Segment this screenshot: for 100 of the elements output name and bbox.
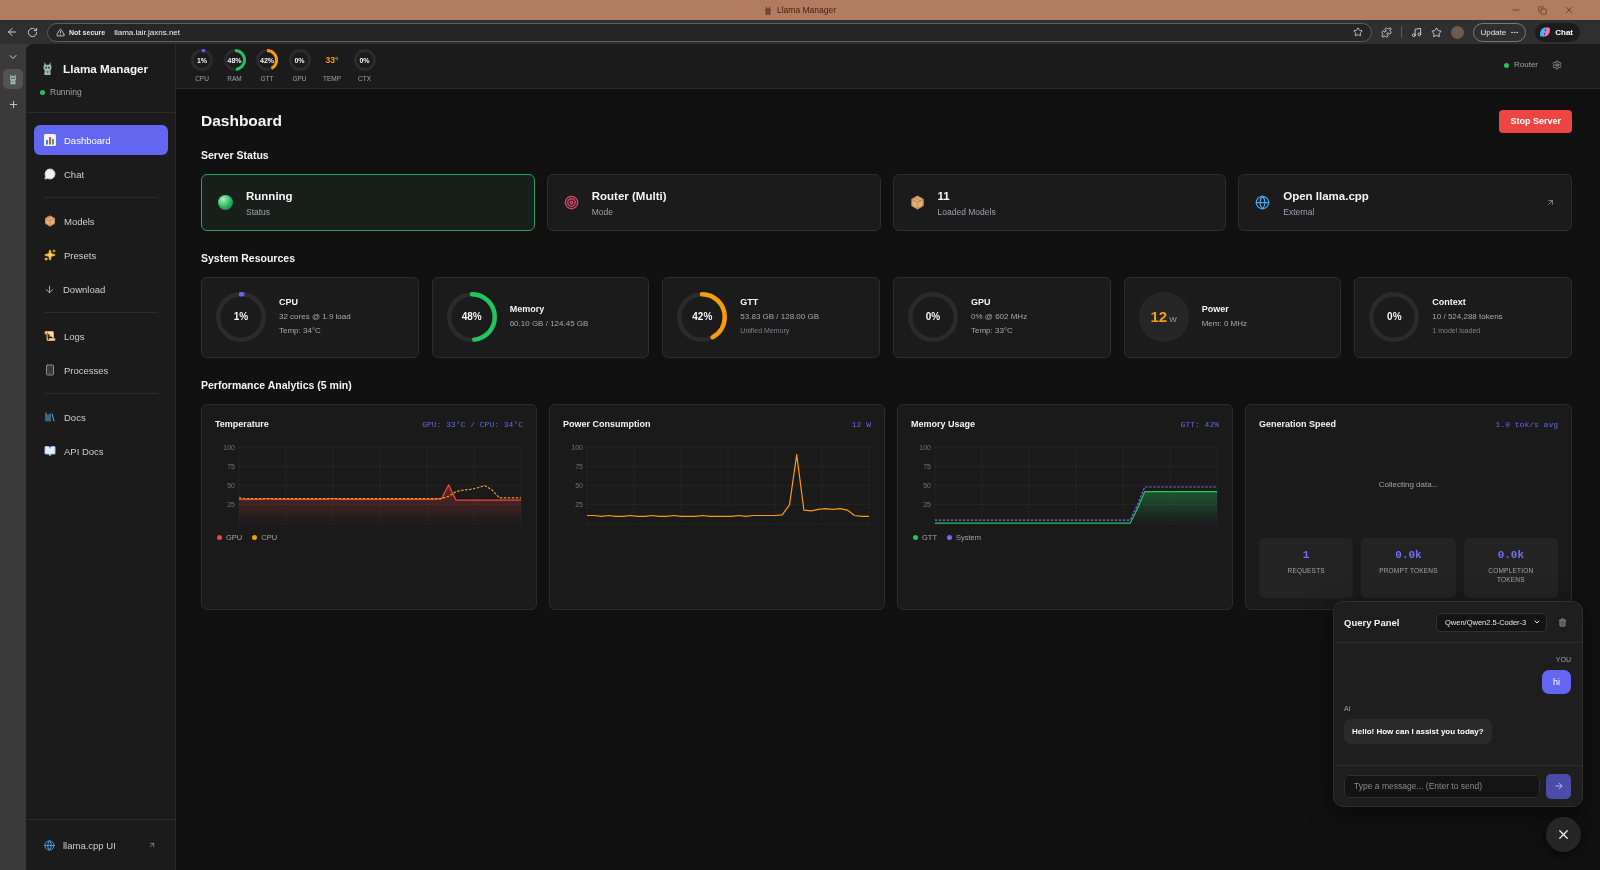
nav-item[interactable]: Chat xyxy=(34,159,168,189)
section-heading: System Resources xyxy=(201,252,296,265)
close-icon xyxy=(1556,827,1571,842)
status-value: Open llama.cpp xyxy=(1283,188,1369,203)
arrow-up-right-icon xyxy=(1546,198,1555,207)
gauge-value: 48% xyxy=(461,312,482,323)
nav-item[interactable]: Models xyxy=(34,206,168,236)
status-value: Router (Multi) xyxy=(591,188,667,203)
favicon-icon xyxy=(763,5,772,15)
puzzle-icon[interactable] xyxy=(1381,26,1393,38)
down-arrow-icon xyxy=(44,283,55,295)
window-title: Llama Manager xyxy=(776,5,837,15)
arrow-up-right-icon xyxy=(148,841,156,849)
gauge-value: 42% xyxy=(692,312,713,323)
progress-ring xyxy=(216,292,266,343)
status-caption: Status xyxy=(246,206,272,217)
power-unit: W xyxy=(1169,315,1177,326)
stat-value: 0.0k xyxy=(1395,548,1422,562)
progress-ring xyxy=(677,292,728,343)
chart-title: Generation Speed xyxy=(1259,419,1337,429)
stat-value: 1 xyxy=(1302,548,1310,562)
warning-icon xyxy=(56,27,65,37)
loading-message: Collecting data... xyxy=(1378,479,1439,489)
resource-title: Memory xyxy=(509,303,546,316)
send-button[interactable] xyxy=(1546,773,1571,799)
resource-title: CPU xyxy=(279,296,299,309)
gauge-value: 0% xyxy=(1387,312,1402,323)
status-value: Running xyxy=(246,188,293,203)
nav-item[interactable]: Processes xyxy=(34,355,168,385)
back-arrow-icon[interactable] xyxy=(6,26,18,38)
open-book-icon xyxy=(44,445,56,457)
temperature-value: 33° xyxy=(325,55,339,65)
resource-detail: 0% @ 602 MHz xyxy=(971,311,1028,324)
chart-title: Memory Usage xyxy=(911,419,976,429)
panel-title: Query Panel xyxy=(1344,616,1400,628)
status-value: 11 xyxy=(937,188,951,203)
resource-title: GTT xyxy=(740,296,760,309)
external-link[interactable]: llama.cpp UI xyxy=(26,839,175,851)
bar-chart-icon xyxy=(44,134,56,146)
star-icon[interactable] xyxy=(1431,26,1443,38)
resource-detail: 32 cores @ 1.9 load xyxy=(279,311,351,324)
sparkles-icon xyxy=(44,249,56,261)
chart-reading: 1.0 tok/s avg xyxy=(1495,419,1558,429)
nav-item[interactable]: Presets xyxy=(34,240,168,270)
user-message: hi xyxy=(1542,670,1571,694)
status-caption: External xyxy=(1283,206,1316,217)
gauge-value: 1% xyxy=(233,312,249,323)
reload-icon[interactable] xyxy=(27,26,38,38)
status-caption: Mode xyxy=(591,206,614,217)
resource-detail: Mem: 0 MHz xyxy=(1201,318,1247,331)
package-icon xyxy=(909,195,925,210)
nav-item[interactable]: API Docs xyxy=(34,436,168,466)
progress-ring xyxy=(256,49,278,71)
resource-detail: Temp: 33°C xyxy=(971,325,1014,338)
assistant-message: Hello! How can I assist you today? xyxy=(1344,719,1492,744)
settings-icon[interactable] xyxy=(1552,60,1562,70)
resource-detail: 60.10 GB / 124.45 GB xyxy=(509,318,589,331)
nav-item[interactable]: Docs xyxy=(34,402,168,432)
status-caption: Loaded Models xyxy=(937,206,996,217)
trash-icon[interactable] xyxy=(1558,617,1567,627)
chart-reading: GPU: 33°C / CPU: 34°C xyxy=(422,419,523,429)
globe-icon xyxy=(44,839,55,851)
message-input[interactable]: Type a message... (Enter to send) xyxy=(1344,774,1540,798)
globe-icon xyxy=(1255,195,1271,210)
chart-reading: GTT: 42% xyxy=(1180,419,1219,429)
progress-ring xyxy=(191,49,213,71)
arrow-right-icon xyxy=(1553,781,1564,791)
nav-item[interactable]: Dashboard xyxy=(34,125,168,155)
progress-ring xyxy=(223,49,246,71)
mode-label: Router xyxy=(1514,60,1538,70)
star-icon[interactable] xyxy=(1353,27,1364,37)
chart-reading: 12 W xyxy=(851,419,871,429)
music-note-icon[interactable] xyxy=(1411,26,1423,38)
gauge-value: 0% xyxy=(925,312,941,323)
close-button[interactable] xyxy=(1546,817,1581,852)
books-icon xyxy=(44,411,56,423)
chart-title: Temperature xyxy=(215,419,269,429)
speech-bubble-icon xyxy=(44,168,56,180)
vertical-tab[interactable] xyxy=(3,69,23,89)
resource-title: Power xyxy=(1201,303,1230,316)
nav-item[interactable]: Logs xyxy=(34,321,168,351)
url-text: llama.lair.jaxns.net xyxy=(114,27,180,37)
chart-title: Power Consumption xyxy=(563,419,651,429)
phone-icon xyxy=(44,364,56,376)
stop-server-button[interactable]: Stop Server xyxy=(1499,109,1572,133)
resource-title: GPU xyxy=(971,296,992,309)
package-icon xyxy=(44,215,56,227)
sphere-icon xyxy=(218,195,233,210)
app-name: Llama Manager xyxy=(63,61,149,75)
nav-item[interactable]: Download xyxy=(34,274,168,304)
status-card[interactable]: Open llama.cpp External xyxy=(1238,174,1572,231)
resource-detail: 53.83 GB / 128.00 GB xyxy=(740,311,820,324)
chat-button[interactable]: Chat xyxy=(1535,22,1580,42)
swirl-logo-icon xyxy=(1539,26,1552,38)
logo-icon xyxy=(40,60,55,76)
progress-ring xyxy=(446,292,497,343)
status-text: Running xyxy=(50,87,82,97)
section-heading: Performance Analytics (5 min) xyxy=(201,378,353,392)
stat-value: 0.0k xyxy=(1497,548,1525,562)
plus-icon[interactable] xyxy=(7,99,19,110)
